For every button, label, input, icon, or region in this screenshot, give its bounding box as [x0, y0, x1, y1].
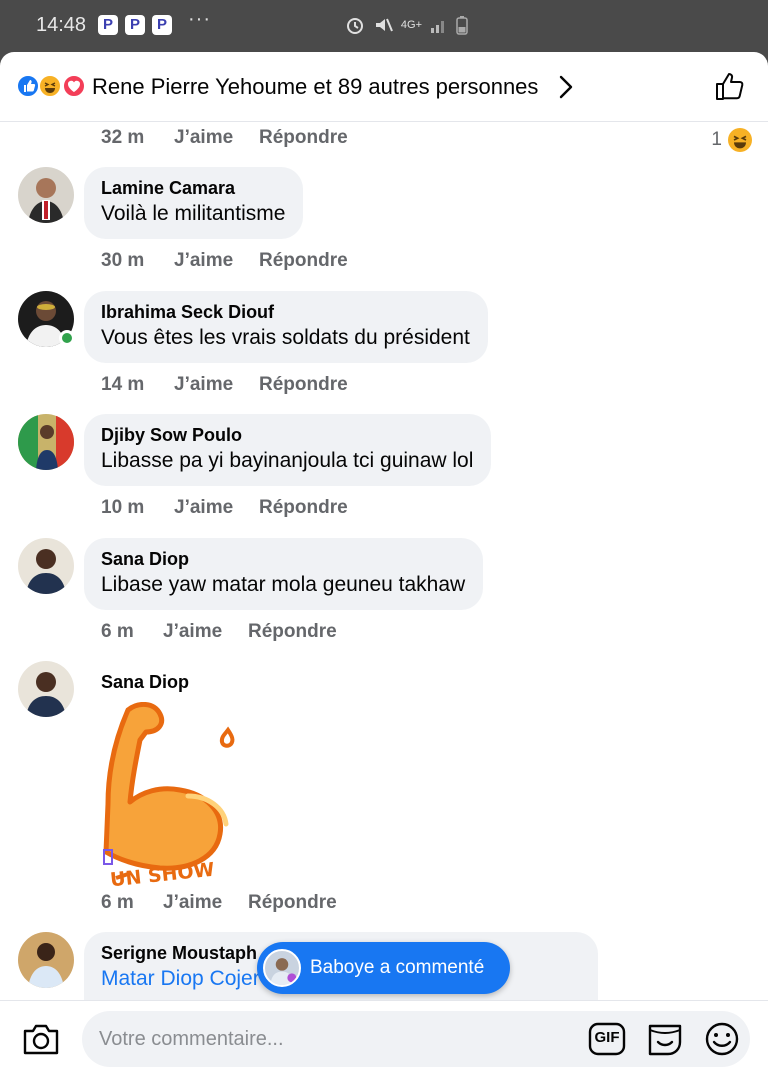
- comment-meta: 6 m J’aime Répondre: [0, 621, 768, 647]
- reply-link[interactable]: Répondre: [248, 621, 337, 643]
- gif-label: GIF: [594, 1029, 620, 1046]
- avatar[interactable]: [18, 661, 74, 717]
- comment-meta: 32 m J’aime Répondre: [0, 127, 768, 153]
- comment-time: 6 m: [101, 621, 134, 642]
- reply-link[interactable]: Répondre: [259, 127, 348, 149]
- reaction-count: 1: [711, 129, 722, 150]
- love-icon: [62, 74, 86, 98]
- like-link[interactable]: J’aime: [174, 497, 233, 519]
- comment-meta: 14 m J’aime Répondre: [0, 374, 768, 400]
- like-link[interactable]: J’aime: [163, 621, 222, 643]
- reactions-title[interactable]: Rene Pierre Yehoume et 89 autres personn…: [92, 74, 538, 100]
- like-link[interactable]: J’aime: [163, 892, 222, 914]
- sticker-icon[interactable]: [646, 1020, 684, 1058]
- sticker-flexed-biceps[interactable]: UN SHOW: [88, 702, 258, 892]
- avatar[interactable]: [18, 414, 74, 470]
- like-link[interactable]: J’aime: [174, 250, 233, 272]
- network-type: 4G+: [400, 19, 422, 31]
- comment-text: Libase yaw matar mola geuneu takhaw: [101, 573, 466, 596]
- haha-icon: [38, 74, 62, 98]
- comment-author[interactable]: Djiby Sow Poulo: [101, 424, 473, 446]
- reply-link[interactable]: Répondre: [259, 374, 348, 396]
- reactions-header[interactable]: Rene Pierre Yehoume et 89 autres personn…: [0, 52, 768, 122]
- like-icon: [16, 74, 40, 98]
- emoji-icon[interactable]: [703, 1020, 741, 1058]
- comment-text: Libasse pa yi bayinanjoula tci guinaw lo…: [101, 449, 474, 472]
- comment-composer: GIF: [0, 1000, 768, 1076]
- reply-link[interactable]: Répondre: [259, 250, 348, 272]
- haha-icon: [728, 128, 752, 152]
- signal-icon: [431, 21, 444, 33]
- app-notification-icon: P: [98, 15, 118, 35]
- comment-reaction-count[interactable]: 1: [711, 128, 752, 152]
- chevron-right-icon[interactable]: [556, 74, 576, 100]
- comment-bubble[interactable]: Ibrahima Seck Diouf Vous êtes les vrais …: [84, 291, 488, 363]
- reply-link[interactable]: Répondre: [248, 892, 337, 914]
- comment-author[interactable]: Lamine Camara: [101, 177, 285, 199]
- comments-list[interactable]: 32 m J’aime Répondre 1 Lamine Camara Voi…: [0, 122, 768, 1000]
- comment-author[interactable]: Sana Diop: [101, 548, 465, 570]
- comment-bubble[interactable]: Djiby Sow Poulo Libasse pa yi bayinanjou…: [84, 414, 492, 486]
- comment-time: 14 m: [101, 374, 145, 395]
- comment-time: 32 m: [101, 127, 145, 148]
- like-outline-icon[interactable]: [714, 70, 746, 102]
- comment-meta: 10 m J’aime Répondre: [0, 497, 768, 523]
- status-bar: 14:48 P P P ··· 4G+: [0, 0, 768, 52]
- status-time: 14:48: [36, 14, 87, 36]
- toast-text: Baboye a commenté: [310, 957, 485, 978]
- avatar[interactable]: [18, 932, 74, 988]
- reply-link[interactable]: Répondre: [259, 497, 348, 519]
- comment-bubble[interactable]: Sana Diop Libase yaw matar mola geuneu t…: [84, 538, 484, 610]
- more-notifications-icon: ···: [188, 8, 211, 30]
- avatar[interactable]: [18, 167, 74, 223]
- app-notification-icon: P: [125, 15, 145, 35]
- avatar[interactable]: [18, 538, 74, 594]
- comment-text: Voilà le militantisme: [101, 202, 286, 225]
- new-comment-toast[interactable]: Baboye a commenté: [257, 942, 510, 994]
- camera-icon[interactable]: [22, 1021, 60, 1057]
- comment-text: Vous êtes les vrais soldats du président: [101, 326, 470, 349]
- comment-time: 30 m: [101, 250, 145, 271]
- comment-author[interactable]: Ibrahima Seck Diouf: [101, 301, 470, 323]
- alarm-icon: [346, 18, 363, 34]
- comment-meta: 30 m J’aime Répondre: [0, 250, 768, 276]
- like-link[interactable]: J’aime: [174, 374, 233, 396]
- comment-author[interactable]: Sana Diop: [101, 672, 189, 693]
- gif-button[interactable]: GIF: [588, 1020, 626, 1058]
- comment-time: 6 m: [101, 892, 134, 913]
- system-icons: 4G+: [345, 14, 468, 36]
- toast-avatar: [263, 949, 301, 987]
- mute-icon: [375, 18, 393, 32]
- like-link[interactable]: J’aime: [174, 127, 233, 149]
- reaction-summary: [16, 74, 88, 98]
- comment-meta: 6 m J’aime Répondre: [0, 892, 768, 918]
- comment-time: 10 m: [101, 497, 145, 518]
- comment-bubble[interactable]: Lamine Camara Voilà le militantisme: [84, 167, 304, 239]
- app-notification-icon: P: [152, 15, 172, 35]
- battery-icon: [456, 16, 468, 35]
- online-indicator: [59, 330, 75, 346]
- comments-sheet: Rene Pierre Yehoume et 89 autres personn…: [0, 52, 768, 1076]
